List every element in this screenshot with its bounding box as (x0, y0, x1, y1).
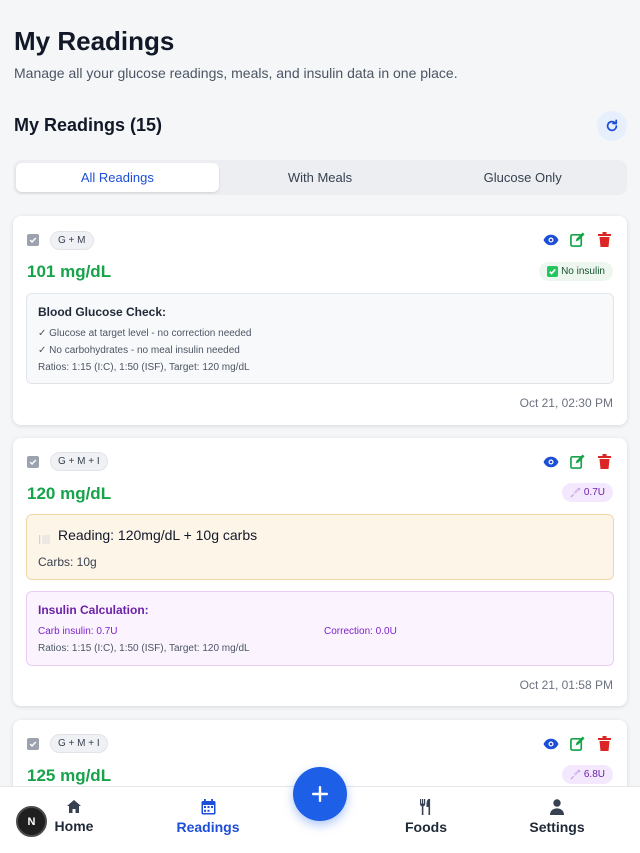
tab-glucose-only[interactable]: Glucose Only (421, 163, 624, 192)
reading-type-badge: G + M + I (50, 452, 108, 471)
check-icon (547, 266, 559, 277)
eye-icon (543, 234, 558, 245)
page-subtitle: Manage all your glucose readings, meals,… (14, 65, 458, 81)
status-badge: No insulin (539, 262, 613, 281)
reading-type-badge: G + M + I (50, 734, 108, 753)
tab-with-meals[interactable]: With Meals (219, 163, 422, 192)
edit-button[interactable] (569, 453, 586, 470)
edit-icon (570, 232, 585, 247)
view-button[interactable] (542, 735, 559, 752)
status-label: No insulin (561, 266, 605, 277)
home-icon (67, 800, 81, 813)
edit-icon (570, 736, 585, 751)
nav-label: Settings (529, 819, 585, 835)
check-icon (29, 237, 37, 244)
reading-card: G + M + I 120 mg/dL 0.7U Reading: 120mg/… (13, 438, 627, 706)
plus-icon (312, 786, 328, 802)
carb-insulin: Carb insulin: 0.7U (38, 626, 118, 637)
refresh-button[interactable] (597, 111, 627, 141)
card-actions (542, 231, 613, 248)
section-title: My Readings (15) (14, 115, 163, 135)
meal-title: Reading: 120mg/dL + 10g carbs (58, 527, 258, 543)
insulin-label: 6.8U (583, 769, 605, 780)
nav-label: Home (54, 818, 94, 834)
delete-button[interactable] (596, 453, 613, 470)
meal-box: Reading: 120mg/dL + 10g carbs Carbs: 10g (26, 514, 614, 580)
view-button[interactable] (542, 453, 559, 470)
insulin-badge: 6.8U (561, 765, 613, 784)
readings-page: My Readings Manage all your glucose read… (0, 0, 640, 853)
refresh-icon (606, 119, 618, 132)
delete-button[interactable] (596, 231, 613, 248)
eye-icon (543, 738, 558, 749)
page-title: My Readings (14, 26, 175, 56)
nav-label: Readings (176, 819, 240, 835)
filter-tabs: All Readings With Meals Glucose Only (13, 160, 627, 195)
insulin-calculation-box: Insulin Calculation: Carb insulin: 0.7U … (26, 591, 614, 666)
box-line: ✓ Glucose at target level - no correctio… (38, 328, 252, 339)
syringe-icon (570, 769, 581, 780)
correction-insulin: Correction: 0.0U (324, 626, 397, 637)
trash-icon (598, 232, 611, 247)
card-actions (542, 453, 613, 470)
delete-button[interactable] (596, 735, 613, 752)
trash-icon (598, 454, 611, 469)
glucose-value: 101 mg/dL (27, 262, 112, 281)
reading-timestamp: Oct 21, 02:30 PM (519, 396, 613, 410)
insulin-label: 0.7U (583, 487, 605, 498)
box-line: Ratios: 1:15 (I:C), 1:50 (ISF), Target: … (38, 362, 250, 373)
insulin-ratios: Ratios: 1:15 (I:C), 1:50 (ISF), Target: … (38, 643, 250, 654)
reading-timestamp: Oct 21, 01:58 PM (519, 678, 613, 692)
glucose-check-box: Blood Glucose Check: ✓ Glucose at target… (26, 293, 614, 384)
nav-foods[interactable]: Foods (376, 799, 476, 835)
user-icon (550, 799, 564, 815)
plate-icon (39, 535, 50, 544)
check-icon (29, 741, 37, 748)
reading-type-badge: G + M (50, 231, 94, 250)
tab-all-readings[interactable]: All Readings (16, 163, 219, 192)
check-icon (29, 459, 37, 466)
edit-button[interactable] (569, 735, 586, 752)
add-reading-button[interactable] (293, 767, 347, 821)
nav-label: Foods (405, 819, 447, 835)
view-button[interactable] (542, 231, 559, 248)
insulin-badge: 0.7U (561, 483, 613, 502)
eye-icon (543, 456, 558, 467)
select-checkbox[interactable] (27, 234, 39, 246)
glucose-value: 120 mg/dL (27, 484, 112, 503)
insulin-title: Insulin Calculation: (38, 603, 149, 617)
box-title: Blood Glucose Check: (38, 305, 167, 319)
avatar[interactable]: N (16, 806, 47, 837)
edit-icon (570, 454, 585, 469)
glucose-value: 125 mg/dL (27, 766, 112, 785)
edit-button[interactable] (569, 231, 586, 248)
calendar-icon (201, 799, 215, 815)
box-line: ✓ No carbohydrates - no meal insulin nee… (38, 345, 240, 356)
syringe-icon (570, 487, 581, 498)
select-checkbox[interactable] (27, 738, 39, 750)
select-checkbox[interactable] (27, 456, 39, 468)
card-actions (542, 735, 613, 752)
reading-card: G + M 101 mg/dL No insulin Blood Glucose… (13, 216, 627, 425)
trash-icon (598, 736, 611, 751)
nav-settings[interactable]: Settings (507, 799, 607, 835)
fork-knife-icon (420, 799, 431, 815)
meal-carbs: Carbs: 10g (38, 555, 97, 569)
nav-readings[interactable]: Readings (158, 799, 258, 835)
